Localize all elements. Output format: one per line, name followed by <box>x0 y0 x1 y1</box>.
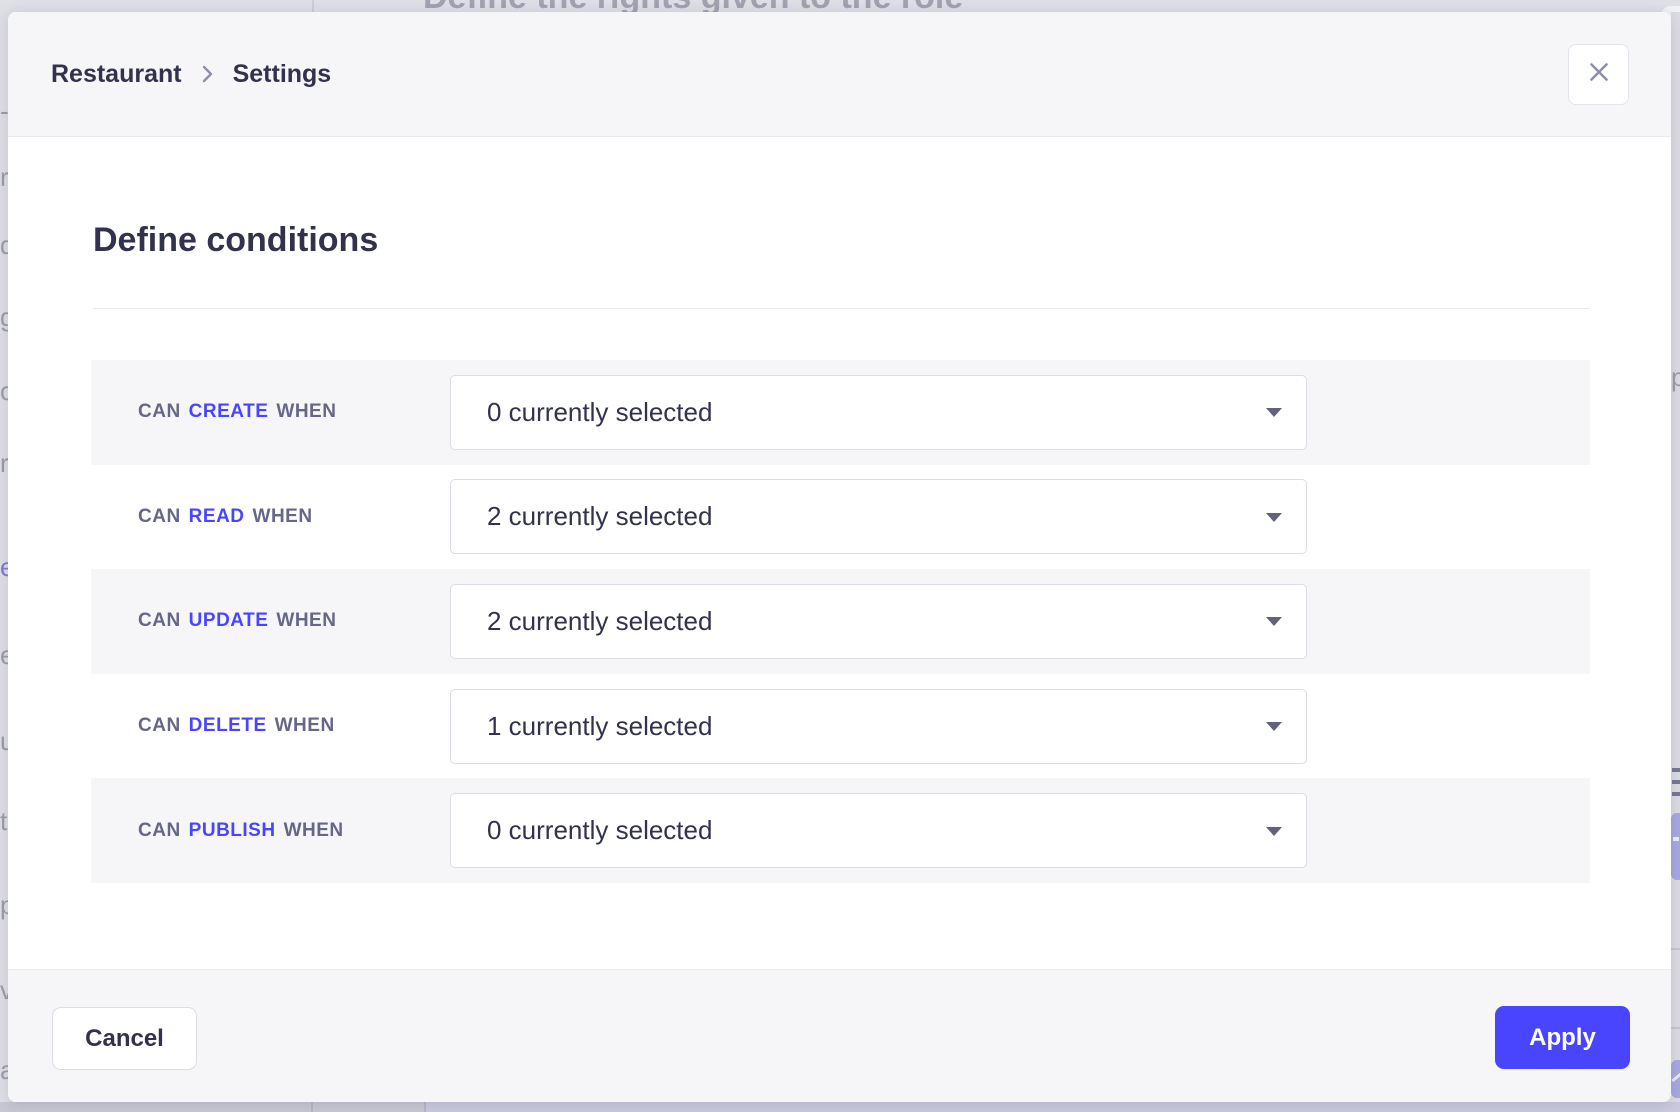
modal-title: Define conditions <box>93 220 378 260</box>
label-suffix: WHEN <box>284 820 344 842</box>
background-divider-fragment <box>1671 948 1680 950</box>
caret-down-icon <box>1266 513 1282 522</box>
label-suffix: WHEN <box>276 401 336 423</box>
label-action: PUBLISH <box>189 820 276 842</box>
modal-header: Restaurant Settings <box>8 12 1671 137</box>
close-icon <box>1586 59 1612 90</box>
background-divider-fragment <box>311 1102 313 1112</box>
label-action: DELETE <box>189 715 267 737</box>
apply-button[interactable]: Apply <box>1495 1006 1630 1069</box>
caret-down-icon <box>1266 722 1282 731</box>
caret-down-icon <box>1266 408 1282 417</box>
background-button-fragment <box>1671 1060 1680 1098</box>
background-right-strip <box>1671 12 1680 1102</box>
label-action: CREATE <box>189 401 269 423</box>
condition-label: CAN CREATE WHEN <box>138 401 336 423</box>
condition-row-read: CAN READ WHEN 2 currently selected <box>91 465 1590 570</box>
cancel-button[interactable]: Cancel <box>52 1007 197 1070</box>
label-suffix: WHEN <box>276 610 336 632</box>
label-suffix: WHEN <box>253 506 313 528</box>
title-divider <box>93 308 1590 309</box>
breadcrumb-item-restaurant[interactable]: Restaurant <box>51 60 182 89</box>
label-suffix: WHEN <box>275 715 335 737</box>
select-value: 0 currently selected <box>487 397 712 428</box>
breadcrumb: Restaurant Settings <box>51 60 331 89</box>
label-prefix: CAN <box>138 610 181 632</box>
caret-down-icon <box>1266 827 1282 836</box>
screen: Define the rights given to the role -rdg… <box>0 0 1680 1112</box>
background-button-glyph-fragment <box>1671 1073 1680 1082</box>
background-divider-fragment <box>424 1102 426 1112</box>
background-divider-fragment <box>1671 1027 1680 1029</box>
background-button-fragment <box>1671 813 1680 880</box>
condition-row-delete: CAN DELETE WHEN 1 currently selected <box>91 674 1590 779</box>
conditions-select-delete[interactable]: 1 currently selected <box>450 689 1307 764</box>
caret-down-icon <box>1266 617 1282 626</box>
label-prefix: CAN <box>138 506 181 528</box>
condition-row-create: CAN CREATE WHEN 0 currently selected <box>91 360 1590 465</box>
define-conditions-modal: Restaurant Settings Define conditions <box>8 12 1671 1102</box>
condition-label: CAN DELETE WHEN <box>138 715 335 737</box>
background-button-glyph-fragment <box>1673 837 1679 841</box>
background-text-line-fragment <box>1672 768 1680 772</box>
condition-row-update: CAN UPDATE WHEN 2 currently selected <box>91 569 1590 674</box>
close-button[interactable] <box>1568 44 1629 105</box>
conditions-select-create[interactable]: 0 currently selected <box>450 375 1307 450</box>
label-action: READ <box>189 506 245 528</box>
conditions-select-publish[interactable]: 0 currently selected <box>450 793 1307 868</box>
conditions-select-update[interactable]: 2 currently selected <box>450 584 1307 659</box>
background-bottom-table-fragment <box>425 1102 1680 1112</box>
select-value: 2 currently selected <box>487 501 712 532</box>
background-text-line-fragment <box>1672 780 1680 784</box>
background-text-line-fragment <box>1672 792 1680 796</box>
label-prefix: CAN <box>138 820 181 842</box>
conditions-select-read[interactable]: 2 currently selected <box>450 479 1307 554</box>
condition-label: CAN READ WHEN <box>138 506 313 528</box>
chevron-right-icon <box>201 64 214 84</box>
select-value: 2 currently selected <box>487 606 712 637</box>
label-prefix: CAN <box>138 715 181 737</box>
select-value: 1 currently selected <box>487 711 712 742</box>
conditions-list: CAN CREATE WHEN 0 currently selected CAN… <box>91 360 1590 883</box>
label-action: UPDATE <box>189 610 269 632</box>
background-right-letter-fragment: p <box>1671 362 1680 393</box>
breadcrumb-item-settings[interactable]: Settings <box>233 60 332 89</box>
condition-row-publish: CAN PUBLISH WHEN 0 currently selected <box>91 778 1590 883</box>
condition-label: CAN PUBLISH WHEN <box>138 820 344 842</box>
label-prefix: CAN <box>138 401 181 423</box>
select-value: 0 currently selected <box>487 815 712 846</box>
modal-footer: Cancel Apply <box>8 969 1671 1102</box>
condition-label: CAN UPDATE WHEN <box>138 610 336 632</box>
